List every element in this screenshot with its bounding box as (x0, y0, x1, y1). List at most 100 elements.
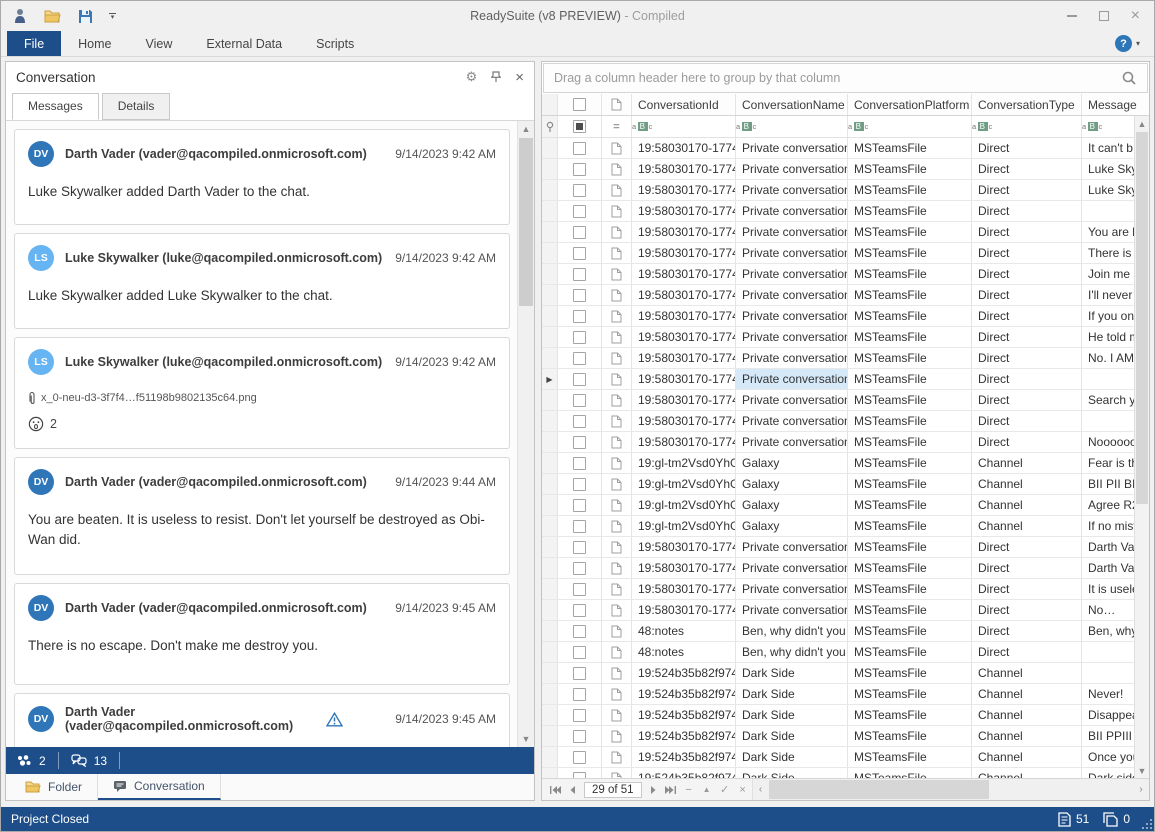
row-checkbox[interactable] (558, 516, 602, 536)
minimize-button[interactable] (1067, 15, 1077, 17)
table-row[interactable]: 19:gl-tm2Vsd0YhG4 Galaxy MSTeamsFile Cha… (542, 474, 1134, 495)
table-row[interactable]: 19:524b35b82f9741 Dark Side MSTeamsFile … (542, 768, 1134, 778)
table-row[interactable]: 19:58030170-1774- Private conversation (… (542, 600, 1134, 621)
row-checkbox[interactable] (558, 285, 602, 305)
grid-scroll-down-icon[interactable]: ▼ (1135, 763, 1149, 778)
row-checkbox[interactable] (558, 495, 602, 515)
scrollbar-thumb[interactable] (519, 138, 533, 306)
table-row[interactable]: 19:58030170-1774- Private conversation (… (542, 159, 1134, 180)
filter-conversationtype[interactable]: aBc (972, 116, 1082, 137)
header-select-all-checkbox[interactable] (558, 94, 602, 115)
save-button[interactable] (78, 9, 93, 24)
filter-conversationplatform[interactable]: aBc (848, 116, 972, 137)
scroll-up-icon[interactable]: ▲ (518, 121, 534, 137)
open-folder-button[interactable] (44, 9, 62, 23)
tab-external-data[interactable]: External Data (189, 31, 299, 56)
row-checkbox[interactable] (558, 558, 602, 578)
table-row[interactable]: 19:58030170-1774- Private conversation (… (542, 201, 1134, 222)
row-checkbox[interactable] (558, 474, 602, 494)
row-checkbox[interactable] (558, 579, 602, 599)
filter-conversationname[interactable]: aBc (736, 116, 848, 137)
table-row[interactable]: 19:58030170-1774- Private conversation (… (542, 222, 1134, 243)
pager-minus-icon[interactable]: − (680, 779, 698, 800)
pin-icon[interactable] (491, 71, 501, 83)
attachment-link[interactable]: x_0-neu-d3-3f7f4…f51198b9802135c64.png (28, 391, 496, 405)
resize-grip[interactable] (1142, 819, 1152, 829)
row-checkbox[interactable] (558, 432, 602, 452)
row-checkbox[interactable] (558, 243, 602, 263)
tab-scripts[interactable]: Scripts (299, 31, 371, 56)
messages-scrollbar[interactable]: ▲ ▼ (517, 121, 534, 747)
row-checkbox[interactable] (558, 705, 602, 725)
table-row[interactable]: 19:58030170-1774- Private conversation (… (542, 348, 1134, 369)
help-button[interactable]: ? (1115, 35, 1132, 52)
row-checkbox[interactable] (558, 222, 602, 242)
row-checkbox[interactable] (558, 726, 602, 746)
column-header-conversationplatform[interactable]: ConversationPlatform (848, 94, 972, 115)
row-checkbox[interactable] (558, 348, 602, 368)
column-header-conversationname[interactable]: ConversationName (736, 94, 848, 115)
row-checkbox[interactable] (558, 537, 602, 557)
row-checkbox[interactable] (558, 621, 602, 641)
close-button[interactable]: × (1131, 9, 1140, 23)
header-file-column[interactable] (602, 94, 632, 115)
table-row[interactable]: 19:524b35b82f9741 Dark Side MSTeamsFile … (542, 684, 1134, 705)
pager-next-button[interactable] (644, 779, 662, 800)
table-row[interactable]: 19:gl-tm2Vsd0YhG4 Galaxy MSTeamsFile Cha… (542, 453, 1134, 474)
table-row[interactable]: 19:58030170-1774- Private conversation (… (542, 579, 1134, 600)
table-row[interactable]: 48:notes Ben, why didn't you t MSTeamsFi… (542, 642, 1134, 663)
filter-checkbox[interactable] (558, 116, 602, 137)
group-by-box[interactable]: Drag a column header here to group by th… (543, 63, 1148, 93)
column-header-conversationid[interactable]: ConversationId (632, 94, 736, 115)
table-row[interactable]: 19:524b35b82f9741 Dark Side MSTeamsFile … (542, 747, 1134, 768)
gear-icon[interactable]: ⚙ (466, 69, 478, 85)
row-checkbox[interactable] (558, 306, 602, 326)
table-row[interactable]: 19:gl-tm2Vsd0YhG4 Galaxy MSTeamsFile Cha… (542, 495, 1134, 516)
table-row[interactable]: 19:58030170-1774- Private conversation (… (542, 558, 1134, 579)
row-checkbox[interactable] (558, 663, 602, 683)
row-checkbox[interactable] (558, 180, 602, 200)
tab-folder[interactable]: Folder (10, 774, 98, 800)
table-row[interactable]: 19:524b35b82f9741 Dark Side MSTeamsFile … (542, 663, 1134, 684)
grid-vertical-scrollbar[interactable]: ▲ ▼ (1134, 116, 1149, 778)
table-row[interactable]: 19:58030170-1774- Private conversation (… (542, 243, 1134, 264)
tab-messages[interactable]: Messages (12, 93, 99, 120)
filter-message[interactable]: aBc (1082, 116, 1134, 137)
table-row[interactable]: 19:58030170-1774- Private conversation (… (542, 138, 1134, 159)
column-header-message[interactable]: Message (1082, 94, 1149, 115)
row-checkbox[interactable] (558, 390, 602, 410)
table-row[interactable]: 19:524b35b82f9741 Dark Side MSTeamsFile … (542, 726, 1134, 747)
row-checkbox[interactable] (558, 411, 602, 431)
table-row[interactable]: 19:58030170-1774- Private conversation (… (542, 432, 1134, 453)
grid-scrollbar-thumb[interactable] (1136, 132, 1148, 504)
filter-file-cell[interactable]: = (602, 116, 632, 137)
maximize-button[interactable] (1099, 11, 1109, 21)
hscroll-right-icon[interactable]: › (1133, 784, 1149, 795)
row-checkbox[interactable] (558, 327, 602, 347)
table-row[interactable]: 19:58030170-1774- Private conversation (… (542, 180, 1134, 201)
column-header-conversationtype[interactable]: ConversationType (972, 94, 1082, 115)
hscroll-thumb[interactable] (769, 780, 989, 799)
help-dropdown-caret[interactable]: ▾ (1136, 39, 1140, 48)
row-checkbox[interactable] (558, 201, 602, 221)
row-checkbox[interactable] (558, 768, 602, 778)
table-row[interactable]: 19:58030170-1774- Private conversation (… (542, 327, 1134, 348)
grid-scroll-up-icon[interactable]: ▲ (1135, 116, 1149, 131)
pager-prev-button[interactable] (564, 779, 582, 800)
row-checkbox[interactable] (558, 159, 602, 179)
pager-first-button[interactable] (546, 779, 564, 800)
table-row[interactable]: 19:58030170-1774- Private conversation (… (542, 264, 1134, 285)
table-row[interactable]: 19:58030170-1774- Private conversation (… (542, 537, 1134, 558)
scroll-down-icon[interactable]: ▼ (518, 731, 534, 747)
table-row[interactable]: 19:524b35b82f9741 Dark Side MSTeamsFile … (542, 705, 1134, 726)
row-checkbox[interactable] (558, 600, 602, 620)
table-row[interactable]: 19:gl-tm2Vsd0YhG4 Galaxy MSTeamsFile Cha… (542, 516, 1134, 537)
table-row[interactable]: 19:58030170-1774- Private conversation (… (542, 306, 1134, 327)
tab-view[interactable]: View (129, 31, 190, 56)
table-row[interactable]: 19:58030170-1774- Private conversation (… (542, 411, 1134, 432)
hscroll-left-icon[interactable]: ‹ (753, 784, 769, 795)
pager-edit-icon[interactable]: ▲ (698, 779, 716, 800)
row-checkbox[interactable] (558, 642, 602, 662)
row-checkbox[interactable] (558, 369, 602, 389)
row-checkbox[interactable] (558, 453, 602, 473)
